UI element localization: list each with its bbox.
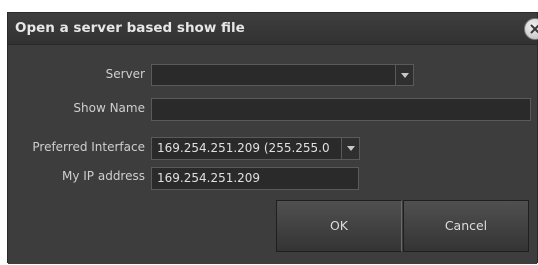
dialog-title: Open a server based show file xyxy=(15,20,245,36)
server-label: Server xyxy=(105,67,145,81)
show-name-input[interactable] xyxy=(151,98,531,121)
preferred-interface-value: 169.254.251.209 (255.255.0 xyxy=(157,141,330,155)
dialog-titlebar: Open a server based show file xyxy=(8,13,538,45)
preferred-interface-label: Preferred Interface xyxy=(32,140,145,154)
ok-button[interactable]: OK xyxy=(276,200,402,252)
chevron-down-icon xyxy=(347,146,355,151)
my-ip-input[interactable]: 169.254.251.209 xyxy=(151,167,359,190)
server-combobox[interactable] xyxy=(151,64,414,86)
close-icon[interactable] xyxy=(524,18,538,40)
chevron-down-icon xyxy=(401,73,409,78)
cancel-button[interactable]: Cancel xyxy=(403,200,529,252)
my-ip-label: My IP address xyxy=(61,169,145,183)
server-dropdown-arrow[interactable] xyxy=(395,65,413,85)
dialog-body: Server Show Name Preferred Interface 169… xyxy=(8,46,537,264)
open-server-show-dialog: Open a server based show file Server Sho… xyxy=(7,12,538,264)
show-name-label: Show Name xyxy=(73,101,145,115)
preferred-interface-dropdown-arrow[interactable] xyxy=(341,138,359,159)
preferred-interface-combobox[interactable]: 169.254.251.209 (255.255.0 xyxy=(151,137,360,160)
